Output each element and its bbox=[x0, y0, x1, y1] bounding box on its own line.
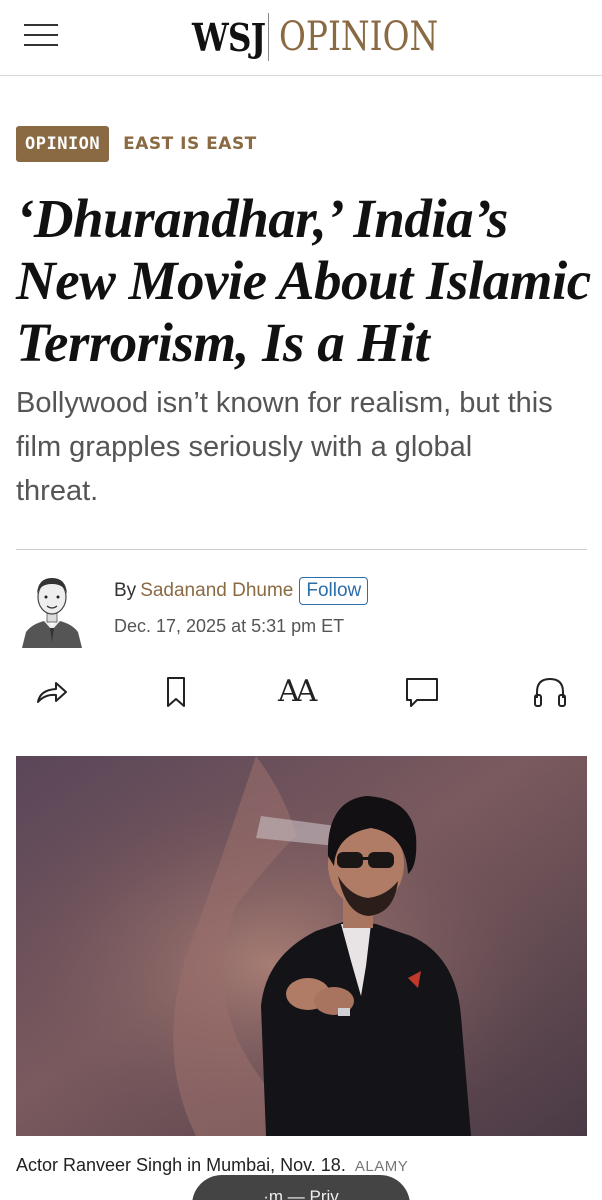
author-name-link[interactable]: Sadanand Dhume bbox=[140, 580, 293, 602]
author-avatar[interactable] bbox=[18, 570, 86, 648]
dek-line: threat. bbox=[16, 475, 99, 507]
divider bbox=[16, 549, 587, 550]
comment-icon[interactable] bbox=[402, 672, 442, 712]
photo-credit: ALAMY bbox=[354, 1158, 409, 1175]
text-size-icon[interactable]: AA bbox=[278, 672, 318, 712]
column-name-link[interactable]: EAST IS EAST bbox=[123, 134, 257, 154]
masthead[interactable]: WSJ OPINION bbox=[192, 12, 473, 62]
bookmark-icon[interactable] bbox=[156, 672, 196, 712]
follow-button[interactable]: Follow bbox=[299, 577, 369, 605]
byline: By Sadanand Dhume Follow bbox=[114, 577, 369, 605]
dek-line: Bollywood isn’t known for realism, but t… bbox=[16, 387, 553, 419]
byline-by: By bbox=[114, 580, 137, 601]
publish-date: Dec. 17, 2025 at 5:31 pm ET bbox=[114, 616, 345, 636]
wsj-logo[interactable]: WSJ bbox=[192, 15, 266, 60]
dek-line: film grapples seriously with a global bbox=[16, 431, 473, 463]
hamburger-menu-icon[interactable] bbox=[24, 22, 58, 48]
headline-line: Terrorism, Is a Hit bbox=[16, 312, 430, 373]
opinion-badge[interactable]: OPINION bbox=[16, 126, 110, 162]
share-icon[interactable] bbox=[32, 672, 72, 712]
photo-caption: Actor Ranveer Singh in Mumbai, Nov. 18. … bbox=[16, 1155, 408, 1176]
article-dek: Bollywood isn’t known for realism, but t… bbox=[16, 381, 591, 513]
top-bar: WSJ OPINION bbox=[0, 0, 602, 76]
opinion-section-logo[interactable]: OPINION bbox=[279, 14, 438, 60]
floating-bottom-bar[interactable]: ·m — Priv bbox=[192, 1175, 410, 1200]
category-row: OPINION EAST IS EAST bbox=[16, 126, 257, 162]
masthead-divider bbox=[268, 13, 269, 61]
headline-line: New Movie About Islamic bbox=[16, 250, 591, 311]
article-photo[interactable] bbox=[16, 756, 587, 1136]
caption-text: Actor Ranveer Singh in Mumbai, Nov. 18. bbox=[16, 1155, 346, 1175]
floating-bar-text: ·m — Priv bbox=[263, 1187, 339, 1200]
headphones-icon[interactable] bbox=[530, 672, 570, 712]
headline-line: ‘Dhurandhar,’ India’s bbox=[16, 188, 508, 249]
article-headline: ‘Dhurandhar,’ India’s New Movie About Is… bbox=[16, 188, 591, 374]
